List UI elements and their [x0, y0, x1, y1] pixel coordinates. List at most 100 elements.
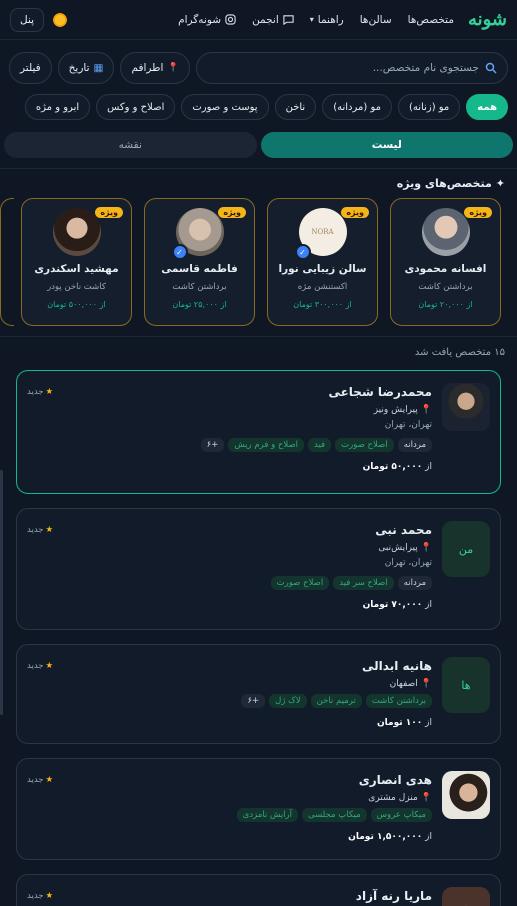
category-all[interactable]: همه [466, 94, 508, 120]
role-text: منزل مشتری [368, 793, 418, 803]
specialist-role: 📍 اصفهان [27, 679, 432, 689]
specialist-card[interactable]: هدی انصاری 📍 منزل مشتری میکاپ عروس میکاپ … [16, 758, 501, 860]
location-pin-icon: 📍 [420, 405, 432, 415]
nearby-button[interactable]: 📍 اطرافم [120, 52, 190, 84]
featured-badge: ویژه [464, 207, 492, 218]
specialist-name: هانیه ابدالی [362, 659, 432, 673]
featured-card[interactable]: ویژه ✓ فاطمه قاسمی برداشتن کاشت از ۲۵,۰۰… [144, 198, 255, 326]
star-icon: ★ [45, 661, 54, 671]
panel-button[interactable]: پنل [10, 7, 45, 32]
search-input[interactable]: جستجوی نام متخصص... [195, 52, 508, 84]
featured-price: از ۲۰,۰۰۰ تومان [418, 300, 473, 309]
featured-name: مهشید اسکندری [34, 263, 119, 275]
logo[interactable]: شونه [468, 9, 507, 30]
price-prefix: از [425, 832, 432, 842]
tag: اصلاح صورت [335, 438, 394, 452]
category-skin[interactable]: پوست و صورت [181, 94, 269, 120]
new-label: جدید [27, 661, 44, 671]
card-body: محمد نبی 📍 پیرایش‌نبی تهران، تهران مردانه… [27, 521, 432, 619]
price-value: ۵۰,۰۰۰ تومان [362, 462, 423, 472]
location-pin-icon: 📍 [420, 793, 432, 803]
featured-card[interactable]: ویژه NORA ✓ سالن زیبایی نورا اکستنشن مژه… [267, 198, 378, 326]
avatar: ✓ [171, 208, 224, 260]
category-hair-women[interactable]: مو (زنانه) [397, 94, 461, 120]
scrollbar[interactable] [0, 470, 3, 715]
card-body: هدی انصاری 📍 منزل مشتری میکاپ عروس میکاپ … [27, 771, 432, 849]
tag-list: برداشتن کاشت ترمیم ناخن لاک ژل +۶ [27, 694, 432, 708]
specialist-name: محمد نبی [375, 523, 432, 537]
nav-forum[interactable]: انجمن [252, 14, 294, 26]
top-nav: شونه متخصص‌ها سالن‌ها راهنما ▾ انجمن شونه… [0, 0, 517, 40]
location-pin-icon: 📍 [420, 543, 432, 553]
nav-gram[interactable]: شونه‌گرام [178, 14, 236, 26]
price-value: ۱۰۰ تومان [376, 718, 423, 728]
tag: اصلاح و فرم ریش [228, 438, 305, 452]
nav-links: متخصص‌ها سالن‌ها راهنما ▾ انجمن شونه‌گرام [82, 14, 454, 26]
specialist-initials: ها [442, 657, 490, 713]
tab-map[interactable]: نقشه [4, 132, 257, 158]
specialist-city: تهران، تهران [384, 420, 432, 430]
specialist-price: از ۵۰,۰۰۰ تومان [27, 462, 432, 472]
featured-section: ✦ متخصص‌های ویژه ویژه افسانه محمودی بردا… [0, 168, 517, 337]
category-hair-men[interactable]: مو (مردانه) [322, 94, 392, 120]
specialist-card[interactable]: ماریا رنه آزاد ★ جدید [16, 874, 501, 906]
star-icon: ★ [45, 775, 54, 785]
role-text: اصفهان [389, 679, 418, 689]
specialist-card[interactable]: ها هانیه ابدالی 📍 اصفهان برداشتن کاشت ترم… [16, 644, 501, 744]
featured-name: فاطمه قاسمی [161, 263, 238, 275]
price-prefix: از [425, 718, 432, 728]
specialist-photo [442, 887, 490, 906]
card-body: محمدرضا شجاعی 📍 پیرایش ونیز تهران، تهران … [27, 383, 432, 483]
nav-specialists[interactable]: متخصص‌ها [408, 14, 454, 26]
tag-list: مردانه اصلاح صورت فید اصلاح و فرم ریش +۶ [27, 438, 432, 452]
new-badge: ★ جدید [27, 387, 53, 397]
featured-badge: ویژه [95, 207, 123, 218]
tag: اصلاح صورت [270, 576, 330, 590]
featured-name: سالن زیبایی نورا [278, 263, 367, 275]
nav-salons[interactable]: سالن‌ها [360, 14, 392, 26]
tag: مردانه [397, 576, 432, 590]
nav-actions: پنل [10, 7, 69, 32]
specialist-price: از ۱,۵۰۰,۰۰۰ تومان [27, 832, 432, 842]
new-badge: ★ جدید [27, 775, 53, 785]
specialist-name: هدی انصاری [358, 773, 432, 787]
specialist-card[interactable]: من محمد نبی 📍 پیرایش‌نبی تهران، تهران مرد… [16, 508, 501, 630]
featured-row: ویژه افسانه محمودی برداشتن کاشت از ۲۰,۰۰… [0, 198, 517, 326]
calendar-icon: ▦ [93, 62, 104, 74]
card-body: ماریا رنه آزاد [27, 887, 432, 906]
nav-guide[interactable]: راهنما ▾ [310, 14, 344, 26]
new-label: جدید [27, 525, 44, 535]
nav-guide-label: راهنما [317, 13, 344, 26]
specialist-card[interactable]: محمدرضا شجاعی 📍 پیرایش ونیز تهران، تهران … [16, 370, 501, 494]
featured-service: برداشتن کاشت [172, 282, 227, 292]
search-row: جستجوی نام متخصص... 📍 اطرافم ▦ تاریخ فیل… [0, 40, 517, 92]
new-label: جدید [27, 775, 44, 785]
featured-card-partial[interactable] [0, 198, 14, 326]
category-wax[interactable]: اصلاح و وکس [96, 94, 176, 120]
tag-list: میکاپ عروس میکاپ مجلسی آرایش نامزدی [27, 808, 432, 822]
category-brow[interactable]: ابرو و مژه [24, 94, 91, 120]
featured-card[interactable]: ویژه مهشید اسکندری کاشت ناخن پودر از ۵۰۰… [21, 198, 132, 326]
specialist-role: 📍 منزل مشتری [27, 793, 432, 803]
avatar [52, 208, 101, 256]
tab-list[interactable]: لیست [260, 132, 513, 158]
tag: برداشتن کاشت [365, 694, 432, 708]
theme-toggle-icon[interactable] [52, 11, 69, 28]
date-button[interactable]: ▦ تاریخ [57, 52, 115, 84]
category-nail[interactable]: ناخن [274, 94, 317, 120]
tag: فید [308, 438, 332, 452]
star-icon: ★ [45, 525, 54, 535]
specialist-initials: من [442, 521, 490, 577]
tag-more: +۶ [200, 438, 225, 452]
filter-button[interactable]: فیلتر [9, 52, 52, 84]
specialist-name: ماریا رنه آزاد [355, 889, 432, 903]
new-badge: ★ جدید [27, 525, 53, 535]
search-icon [485, 62, 497, 74]
specialist-photo [442, 771, 490, 819]
location-pin-icon: 📍 [420, 679, 432, 689]
star-icon: ★ [45, 387, 54, 397]
tag: میکاپ مجلسی [302, 808, 367, 822]
role-text: پیرایش‌نبی [378, 543, 418, 553]
featured-card[interactable]: ویژه افسانه محمودی برداشتن کاشت از ۲۰,۰۰… [390, 198, 501, 326]
specialist-photo [442, 383, 490, 431]
